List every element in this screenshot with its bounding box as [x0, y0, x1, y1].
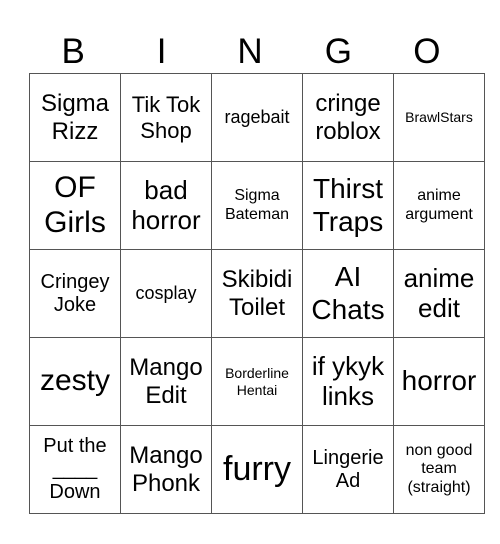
- grid-row: Put the ____ Down Mango Phonk furry Ling…: [29, 425, 485, 514]
- bingo-cell[interactable]: non good team (straight): [393, 425, 485, 514]
- bingo-cell[interactable]: Borderline Hentai: [211, 337, 303, 426]
- header-letter-o: O: [413, 32, 441, 71]
- bingo-cell[interactable]: Mango Phonk: [120, 425, 212, 514]
- bingo-cell[interactable]: Sigma Bateman: [211, 161, 303, 250]
- bingo-cell[interactable]: if ykyk links: [302, 337, 394, 426]
- grid-row: zesty Mango Edit Borderline Hentai if yk…: [29, 337, 485, 426]
- bingo-cell[interactable]: Lingerie Ad: [302, 425, 394, 514]
- header-letter-i: I: [156, 32, 167, 71]
- bingo-cell[interactable]: Thirst Traps: [302, 161, 394, 250]
- bingo-cell[interactable]: Put the ____ Down: [29, 425, 121, 514]
- bingo-cell[interactable]: Tik Tok Shop: [120, 73, 212, 162]
- bingo-cell[interactable]: AI Chats: [302, 249, 394, 338]
- grid-row: OF Girls bad horror Sigma Bateman Thirst…: [29, 161, 485, 250]
- bingo-cell[interactable]: Skibidi Toilet: [211, 249, 303, 338]
- bingo-cell[interactable]: furry: [211, 425, 303, 514]
- bingo-cell[interactable]: cringe roblox: [302, 73, 394, 162]
- bingo-cell[interactable]: OF Girls: [29, 161, 121, 250]
- bingo-cell[interactable]: horror: [393, 337, 485, 426]
- header-letter-g: G: [324, 32, 353, 71]
- cell-line: Put the: [43, 435, 107, 457]
- bingo-cell[interactable]: Mango Edit: [120, 337, 212, 426]
- cell-line: Down: [49, 481, 101, 503]
- bingo-cell[interactable]: Sigma Rizz: [29, 73, 121, 162]
- grid-row: Sigma Rizz Tik Tok Shop ragebait cringe …: [29, 73, 485, 162]
- bingo-cell[interactable]: anime edit: [393, 249, 485, 338]
- bingo-grid: Sigma Rizz Tik Tok Shop ragebait cringe …: [29, 73, 485, 514]
- cell-blank-line: ____: [52, 458, 98, 480]
- bingo-cell[interactable]: cosplay: [120, 249, 212, 338]
- header-letter-b: B: [61, 32, 85, 71]
- header-letter-n: N: [237, 32, 263, 71]
- bingo-cell[interactable]: anime argument: [393, 161, 485, 250]
- bingo-cell[interactable]: BrawlStars: [393, 73, 485, 162]
- bingo-cell[interactable]: ragebait: [211, 73, 303, 162]
- bingo-cell[interactable]: zesty: [29, 337, 121, 426]
- bingo-cell[interactable]: Cringey Joke: [29, 249, 121, 338]
- grid-row: Cringey Joke cosplay Skibidi Toilet AI C…: [29, 249, 485, 338]
- bingo-header: B I N G O: [29, 30, 471, 73]
- bingo-cell[interactable]: bad horror: [120, 161, 212, 250]
